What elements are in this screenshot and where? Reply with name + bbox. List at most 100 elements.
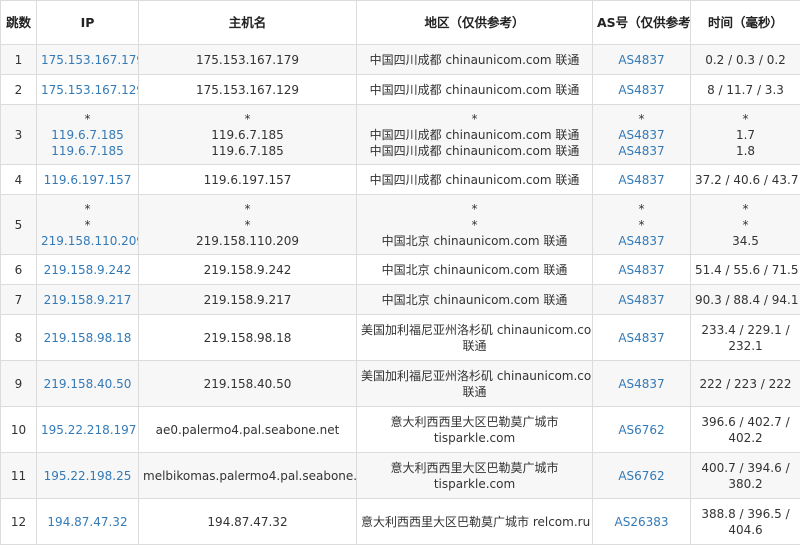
table-row: 9 219.158.40.50 219.158.40.50 美国加利福尼亚州洛杉矶 c… <box>0 360 800 407</box>
cell-text: 联通 <box>462 338 487 353</box>
cell-text: 219.158.9.242 <box>203 262 292 277</box>
cell-text: * <box>742 201 749 216</box>
ip-link[interactable]: 119.6.7.185 <box>41 143 134 159</box>
table-row: 12 194.87.47.32 194.87.47.32 意大利西西里大区巴勒莫广城市… <box>0 498 800 545</box>
cell-text: 美国加利福尼亚州洛杉矶 chinaunicom.com <box>361 368 593 383</box>
hop-cell: 12 <box>0 498 37 545</box>
ip-cell: 219.158.40.50 <box>36 360 139 407</box>
asn-link[interactable]: AS4837 <box>597 292 686 308</box>
cell-text: 119.6.7.185 <box>211 127 284 142</box>
ip-cell: 195.22.198.25 <box>36 452 139 499</box>
asn-cell: AS4837 <box>592 74 691 105</box>
cell-text: 中国北京 chinaunicom.com 联通 <box>381 262 568 277</box>
asn-link[interactable]: AS4837 <box>597 82 686 98</box>
cell-text: * <box>84 201 91 216</box>
asn-link[interactable]: AS4837 <box>597 376 686 392</box>
hostname-cell: 219.158.9.217 <box>138 284 357 315</box>
ip-link[interactable]: 219.158.110.209 <box>41 233 138 249</box>
asn-link[interactable]: AS4837 <box>597 233 686 249</box>
asn-link[interactable]: AS4837 <box>597 143 686 159</box>
location-cell: * * 中国北京 chinaunicom.com 联通 <box>356 194 593 255</box>
cell-text: 37.2 / 40.6 / 43.7 <box>695 172 799 187</box>
cell-text: 175.153.167.129 <box>195 82 300 97</box>
time-cell: 37.2 / 40.6 / 43.7 <box>690 164 800 195</box>
ip-link[interactable]: 119.6.7.185 <box>41 127 134 143</box>
ip-link[interactable]: 175.153.167.179 <box>41 52 138 68</box>
hostname-cell: 219.158.9.242 <box>138 254 357 285</box>
table-body: 1 175.153.167.179 175.153.167.179 中国四川成都 ch… <box>0 44 800 545</box>
ip-link[interactable]: 195.22.218.197 <box>41 422 136 438</box>
ip-cell: 219.158.9.242 <box>36 254 139 285</box>
cell-text: 意大利西西里大区巴勒莫广城市 <box>390 460 559 475</box>
time-cell: 388.8 / 396.5 /404.6 <box>690 498 800 545</box>
cell-text: melbikomas.palermo4.pal.seabone.net <box>143 468 357 483</box>
ip-link[interactable]: 175.153.167.129 <box>41 82 138 98</box>
hop-cell: 10 <box>0 406 37 453</box>
cell-text: 219.158.40.50 <box>203 376 292 391</box>
cell-text: 175.153.167.179 <box>195 52 300 67</box>
asn-link[interactable]: AS6762 <box>597 468 686 484</box>
asn-cell: AS6762 <box>592 406 691 453</box>
cell-text: 1.8 <box>735 143 756 158</box>
asn-link[interactable]: AS26383 <box>597 514 686 530</box>
asn-link[interactable]: AS4837 <box>597 52 686 68</box>
header-location: 地区（仅供参考） <box>356 0 593 45</box>
table-row: 11 195.22.198.25 melbikomas.palermo4.pal.s… <box>0 452 800 499</box>
table-row: 2 175.153.167.129 175.153.167.129 中国四川成都 ch… <box>0 74 800 105</box>
hop-cell: 1 <box>0 44 37 75</box>
time-cell: 8 / 11.7 / 3.3 <box>690 74 800 105</box>
ip-link[interactable]: 219.158.98.18 <box>41 330 134 346</box>
cell-text: 意大利西西里大区巴勒莫广城市 <box>390 414 559 429</box>
table-header: 跳数 IP 主机名 地区（仅供参考） AS号（仅供参考） 时间（毫秒） <box>0 0 800 45</box>
location-cell: 美国加利福尼亚州洛杉矶 chinaunicom.com 联通 <box>356 314 593 361</box>
cell-text: 中国四川成都 chinaunicom.com 联通 <box>369 172 580 187</box>
asn-link[interactable]: AS4837 <box>597 172 686 188</box>
asn-cell: * AS4837 AS4837 <box>592 104 691 165</box>
hop-cell: 6 <box>0 254 37 285</box>
cell-text: 194.87.47.32 <box>207 514 288 529</box>
cell-text: 396.6 / 402.7 / <box>701 414 790 429</box>
header-hostname: 主机名 <box>138 0 357 45</box>
hop-cell: 2 <box>0 74 37 105</box>
cell-text: 美国加利福尼亚州洛杉矶 chinaunicom.com <box>361 322 593 337</box>
hostname-cell: 175.153.167.129 <box>138 74 357 105</box>
ip-link[interactable]: 195.22.198.25 <box>41 468 134 484</box>
header-asn: AS号（仅供参考） <box>592 0 691 45</box>
time-cell: 51.4 / 55.6 / 71.5 <box>690 254 800 285</box>
ip-cell: 219.158.9.217 <box>36 284 139 315</box>
cell-text: 119.6.7.185 <box>211 143 284 158</box>
ip-link[interactable]: 119.6.197.157 <box>41 172 134 188</box>
asn-cell: AS4837 <box>592 164 691 195</box>
cell-text: 中国四川成都 chinaunicom.com 联通 <box>369 52 580 67</box>
hop-cell: 9 <box>0 360 37 407</box>
hostname-cell: 219.158.98.18 <box>138 314 357 361</box>
time-cell: * * 34.5 <box>690 194 800 255</box>
table-row: 6 219.158.9.242 219.158.9.242 中国北京 chinauni… <box>0 254 800 285</box>
ip-link[interactable]: 194.87.47.32 <box>41 514 134 530</box>
ip-link[interactable]: 219.158.40.50 <box>41 376 134 392</box>
table-row: 10 195.22.218.197 ae0.palermo4.pal.seabone… <box>0 406 800 453</box>
asn-link[interactable]: AS4837 <box>597 127 686 143</box>
cell-text: 232.1 <box>728 338 763 353</box>
ip-cell: * * 219.158.110.209 <box>36 194 139 255</box>
hop-cell: 7 <box>0 284 37 315</box>
asn-link[interactable]: AS4837 <box>597 330 686 346</box>
hostname-cell: melbikomas.palermo4.pal.seabone.net <box>138 452 357 499</box>
ip-link[interactable]: 219.158.9.242 <box>41 262 134 278</box>
asn-link[interactable]: AS4837 <box>597 262 686 278</box>
asn-cell: AS4837 <box>592 314 691 361</box>
ip-cell: 219.158.98.18 <box>36 314 139 361</box>
cell-text: 中国四川成都 chinaunicom.com 联通 <box>369 82 580 97</box>
time-cell: 0.2 / 0.3 / 0.2 <box>690 44 800 75</box>
time-cell: 222 / 223 / 222 <box>690 360 800 407</box>
table-row: 4 119.6.197.157 119.6.197.157 中国四川成都 chinau… <box>0 164 800 195</box>
table-row: 5 * * 219.158.110.209 * * 219.158.110.209 * * 中国北… <box>0 194 800 255</box>
cell-text: 233.4 / 229.1 / <box>701 322 790 337</box>
cell-text: 219.158.98.18 <box>203 330 292 345</box>
ip-link[interactable]: 219.158.9.217 <box>41 292 134 308</box>
cell-text: 34.5 <box>732 233 759 248</box>
asn-link[interactable]: AS6762 <box>597 422 686 438</box>
cell-text: 380.2 <box>728 476 763 491</box>
cell-text: 中国四川成都 chinaunicom.com 联通 <box>369 127 580 142</box>
cell-text: 404.6 <box>728 522 763 537</box>
